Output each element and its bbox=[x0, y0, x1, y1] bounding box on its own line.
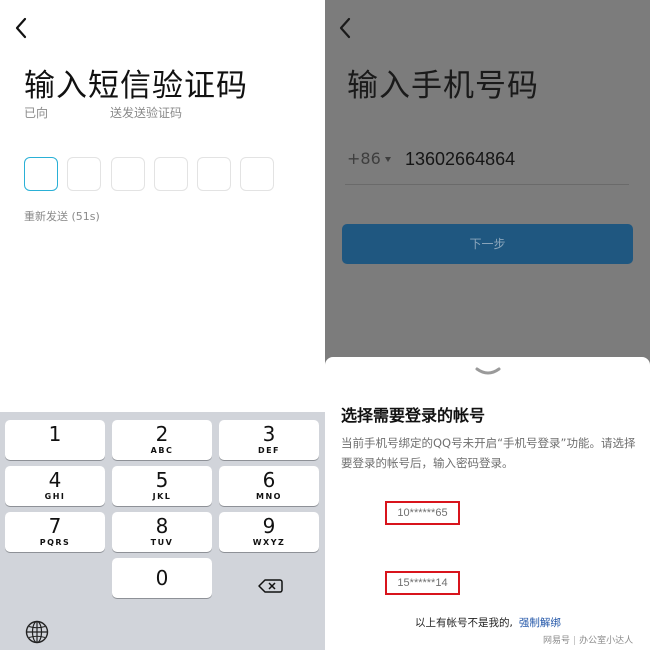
key-digit: 2 bbox=[155, 422, 169, 446]
key-9[interactable]: 9 WXYZ bbox=[219, 512, 319, 552]
code-box[interactable] bbox=[24, 157, 58, 191]
sheet-collapse-icon[interactable] bbox=[475, 367, 501, 377]
key-digit: 3 bbox=[262, 422, 276, 446]
page-title: 输入手机号码 bbox=[347, 68, 539, 104]
watermark: 网易号 | 办公室小达人 bbox=[543, 633, 633, 646]
code-box[interactable] bbox=[197, 157, 231, 191]
key-letters: MNO bbox=[256, 492, 282, 501]
key-5[interactable]: 5 JKL bbox=[112, 466, 212, 506]
key-digit: 6 bbox=[262, 468, 276, 492]
key-digit: 5 bbox=[155, 468, 169, 492]
watermark-source: 网易号 bbox=[543, 636, 571, 646]
phone-number-screen: 输入手机号码 +86 下一步 选择需要登录的帐号 当前手机号绑定的QQ号未开启“… bbox=[325, 0, 650, 650]
footer-text: 以上有帐号不是我的, bbox=[415, 617, 513, 629]
code-box[interactable] bbox=[154, 157, 188, 191]
key-digit: 8 bbox=[155, 514, 169, 538]
page-title: 输入短信验证码 bbox=[24, 68, 248, 104]
key-letters: WXYZ bbox=[252, 538, 286, 547]
watermark-divider: | bbox=[573, 636, 577, 646]
code-box[interactable] bbox=[111, 157, 145, 191]
key-1[interactable]: 1 bbox=[5, 420, 105, 460]
sheet-footer: 以上有帐号不是我的, 强制解绑 bbox=[415, 615, 561, 630]
account-option[interactable]: 10******65 bbox=[385, 501, 460, 525]
globe-icon[interactable] bbox=[24, 619, 50, 645]
next-button[interactable]: 下一步 bbox=[342, 224, 633, 264]
key-digit: 9 bbox=[262, 514, 276, 538]
sheet-title: 选择需要登录的帐号 bbox=[341, 406, 486, 425]
watermark-author: 办公室小达人 bbox=[579, 636, 634, 646]
key-letters: JKL bbox=[152, 492, 172, 501]
backspace-icon[interactable] bbox=[250, 566, 290, 606]
key-letters: ABC bbox=[150, 446, 174, 455]
country-code: +86 bbox=[347, 149, 381, 168]
account-option[interactable]: 15******14 bbox=[385, 571, 460, 595]
key-8[interactable]: 8 TUV bbox=[112, 512, 212, 552]
resend-countdown[interactable]: 重新发送 (51s) bbox=[24, 208, 100, 224]
phone-input[interactable] bbox=[405, 147, 605, 171]
force-unbind-link[interactable]: 强制解绑 bbox=[519, 617, 561, 629]
key-2[interactable]: 2 ABC bbox=[112, 420, 212, 460]
key-7[interactable]: 7 PQRS bbox=[5, 512, 105, 552]
sms-code-screen: 输入短信验证码 已向 送发送验证码 重新发送 (51s) 1 2 ABC 3 DE… bbox=[0, 0, 325, 650]
back-chevron-icon[interactable] bbox=[336, 16, 356, 40]
key-digit: 4 bbox=[48, 468, 62, 492]
sent-prefix: 已向 bbox=[24, 106, 49, 120]
sent-notice: 已向 送发送验证码 bbox=[24, 104, 182, 121]
key-0[interactable]: 0 bbox=[112, 558, 212, 598]
key-letters: GHI bbox=[44, 492, 66, 501]
caret-down-icon bbox=[384, 157, 391, 162]
key-digit: 7 bbox=[48, 514, 62, 538]
numeric-keyboard: 1 2 ABC 3 DEF 4 GHI 5 JKL 6 MNO 7 PQRS 8 bbox=[0, 412, 325, 650]
input-underline bbox=[345, 184, 629, 185]
key-6[interactable]: 6 MNO bbox=[219, 466, 319, 506]
code-box[interactable] bbox=[67, 157, 101, 191]
key-3[interactable]: 3 DEF bbox=[219, 420, 319, 460]
back-chevron-icon[interactable] bbox=[12, 16, 32, 40]
code-box[interactable] bbox=[240, 157, 274, 191]
key-4[interactable]: 4 GHI bbox=[5, 466, 105, 506]
account-select-sheet: 选择需要登录的帐号 当前手机号绑定的QQ号未开启“手机号登录”功能。请选择要登录… bbox=[325, 357, 650, 650]
sheet-description: 当前手机号绑定的QQ号未开启“手机号登录”功能。请选择要登录的帐号后，输入密码登… bbox=[341, 436, 636, 470]
key-letters: TUV bbox=[150, 538, 174, 547]
key-digit: 1 bbox=[48, 422, 62, 446]
country-code-selector[interactable]: +86 bbox=[347, 149, 391, 168]
key-letters: DEF bbox=[257, 446, 281, 455]
key-digit: 0 bbox=[155, 566, 169, 590]
key-letters: PQRS bbox=[39, 538, 71, 547]
sent-suffix: 送发送验证码 bbox=[110, 106, 183, 120]
